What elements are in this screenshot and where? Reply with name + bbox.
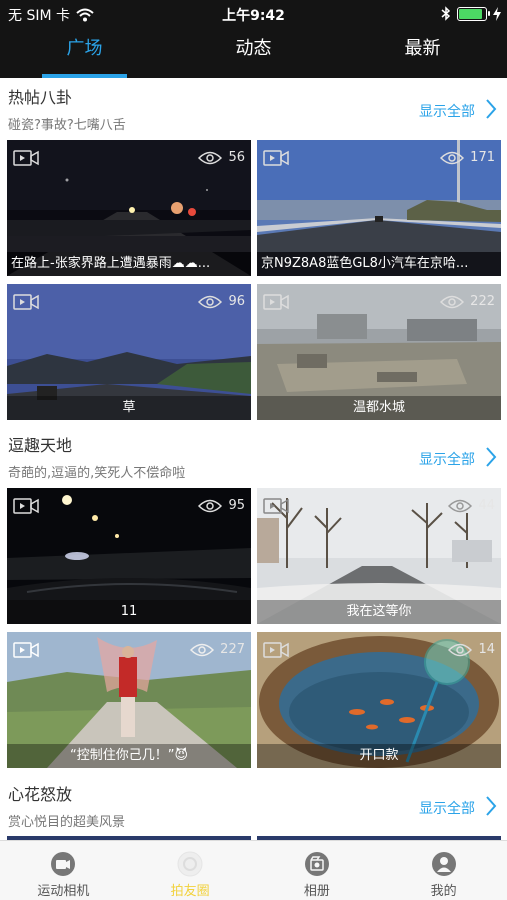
eye-icon bbox=[448, 499, 473, 512]
camera-icon bbox=[51, 852, 76, 876]
view-count: 56 bbox=[228, 150, 245, 165]
section-subtitle: 赏心悦目的超美风景 bbox=[8, 815, 126, 830]
top-tab-bar: 广场 动态 最新 bbox=[0, 28, 507, 78]
video-tile[interactable]: 96 草 bbox=[7, 284, 251, 420]
battery-icon bbox=[457, 6, 490, 21]
tab-action-camera[interactable]: 运动相机 bbox=[0, 841, 127, 900]
view-count: 44 bbox=[478, 498, 495, 513]
eye-icon bbox=[198, 499, 223, 512]
video-caption: 在路上-张家界路上遭遇暴雨☁☁... bbox=[7, 252, 251, 276]
video-tile[interactable]: 95 11 bbox=[7, 488, 251, 624]
tab-label: 拍友圈 bbox=[170, 884, 210, 899]
eye-icon bbox=[448, 643, 473, 656]
view-count: 171 bbox=[470, 150, 495, 165]
tab-activity[interactable]: 动态 bbox=[169, 28, 338, 78]
view-count: 227 bbox=[220, 642, 245, 657]
tab-label: 最新 bbox=[404, 38, 441, 59]
video-camera-icon bbox=[13, 150, 39, 166]
video-camera-icon bbox=[263, 642, 289, 658]
video-tile[interactable]: 222 温都水城 bbox=[257, 284, 501, 420]
video-tile[interactable]: 171 京N9Z8A8蓝色GL8小汽车在京哈... bbox=[257, 140, 501, 276]
tab-label: 动态 bbox=[235, 38, 272, 59]
section-title: 逗趣天地 bbox=[8, 436, 73, 455]
eye-icon bbox=[190, 643, 215, 656]
feed[interactable]: 热帖八卦 碰瓷?事故?七嘴八舌 显示全部 56 在路上-张家界路上遭遇暴雨☁☁.… bbox=[0, 78, 507, 840]
show-all-link[interactable]: 显示全部 bbox=[419, 449, 475, 469]
tab-label: 我的 bbox=[430, 884, 457, 899]
status-bar: 无 SIM 卡 上午9:42 bbox=[0, 0, 507, 28]
view-count: 222 bbox=[470, 294, 495, 309]
section-title: 心花怒放 bbox=[8, 785, 73, 804]
video-tile[interactable]: 227 “控制住你己几！”😈 bbox=[7, 632, 251, 768]
eye-icon bbox=[198, 295, 223, 308]
section-header-scenery: 心花怒放 赏心悦目的超美风景 显示全部 bbox=[0, 775, 507, 835]
view-count: 96 bbox=[228, 294, 245, 309]
section-title: 热帖八卦 bbox=[8, 88, 73, 107]
eye-icon bbox=[198, 151, 223, 164]
section-subtitle: 碰瓷?事故?七嘴八舌 bbox=[8, 118, 126, 133]
video-caption: 我在这等你 bbox=[257, 600, 501, 624]
show-all-link[interactable]: 显示全部 bbox=[419, 101, 475, 121]
bottom-tab-bar: 运动相机 拍友圈 相册 我的 bbox=[0, 840, 507, 900]
view-count: 14 bbox=[478, 642, 495, 657]
chevron-right-icon[interactable] bbox=[485, 98, 497, 120]
video-caption: 11 bbox=[7, 600, 251, 624]
video-camera-icon bbox=[13, 498, 39, 514]
eye-icon bbox=[440, 151, 465, 164]
tab-album[interactable]: 相册 bbox=[254, 841, 381, 900]
charging-icon bbox=[493, 6, 501, 21]
video-camera-icon bbox=[13, 642, 39, 658]
section-header-fun-world: 逗趣天地 奇葩的,逗逼的,笑死人不偿命啦 显示全部 bbox=[0, 426, 507, 486]
tab-label: 相册 bbox=[303, 884, 330, 899]
chevron-right-icon[interactable] bbox=[485, 446, 497, 468]
show-all-link[interactable]: 显示全部 bbox=[419, 798, 475, 818]
friends-circle-icon bbox=[177, 851, 203, 877]
tab-profile[interactable]: 我的 bbox=[380, 841, 507, 900]
video-caption: 开口款 bbox=[257, 744, 501, 768]
tab-friends-circle[interactable]: 拍友圈 bbox=[127, 841, 254, 900]
video-camera-icon bbox=[263, 498, 289, 514]
chevron-right-icon[interactable] bbox=[485, 795, 497, 817]
section-header-hot-gossip: 热帖八卦 碰瓷?事故?七嘴八舌 显示全部 bbox=[0, 78, 507, 138]
tab-label: 运动相机 bbox=[37, 884, 90, 899]
video-caption: “控制住你己几！”😈 bbox=[7, 744, 251, 768]
video-camera-icon bbox=[263, 150, 289, 166]
section-subtitle: 奇葩的,逗逼的,笑死人不偿命啦 bbox=[8, 466, 186, 481]
video-caption: 京N9Z8A8蓝色GL8小汽车在京哈... bbox=[257, 252, 501, 276]
video-caption: 温都水城 bbox=[257, 396, 501, 420]
video-camera-icon bbox=[263, 294, 289, 310]
video-tile[interactable]: 14 开口款 bbox=[257, 632, 501, 768]
profile-icon bbox=[431, 852, 456, 876]
bluetooth-icon bbox=[441, 6, 451, 21]
video-tile[interactable]: 44 我在这等你 bbox=[257, 488, 501, 624]
tab-label: 广场 bbox=[66, 38, 103, 59]
video-camera-icon bbox=[13, 294, 39, 310]
view-count: 95 bbox=[228, 498, 245, 513]
tab-square[interactable]: 广场 bbox=[0, 28, 169, 78]
tab-latest[interactable]: 最新 bbox=[338, 28, 507, 78]
eye-icon bbox=[440, 295, 465, 308]
album-icon bbox=[304, 852, 329, 876]
video-tile[interactable]: 56 在路上-张家界路上遭遇暴雨☁☁... bbox=[7, 140, 251, 276]
clock: 上午9:42 bbox=[222, 8, 285, 24]
video-caption: 草 bbox=[7, 396, 251, 420]
